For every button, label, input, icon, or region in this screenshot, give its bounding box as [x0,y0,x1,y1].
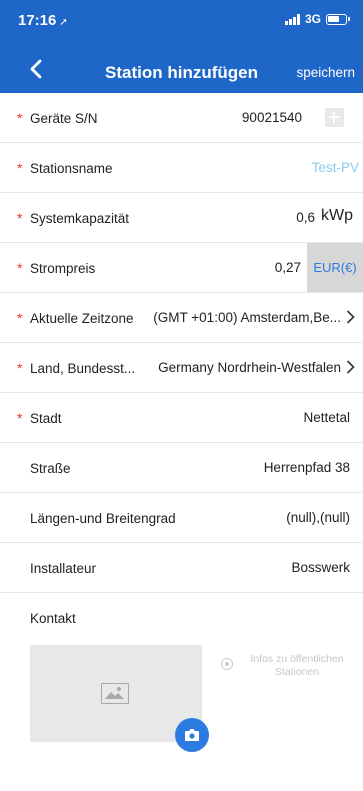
row-country-state[interactable]: * Land, Bundesst... Germany Nordrhein-We… [0,343,363,393]
serial-number-label: Geräte S/N [30,111,98,126]
capacity-unit: kWp [321,207,353,224]
clock: 17:16 [18,12,57,29]
row-system-capacity: * Systemkapazität 0,6 kWp [0,193,363,243]
electricity-price-input[interactable]: 0,27 [275,260,301,275]
image-placeholder-icon [101,683,129,704]
row-electricity-price: * Strompreis 0,27 EUR(€) [0,243,363,293]
chevron-right-icon [346,360,355,374]
status-indicators: 3G [284,12,350,26]
coordinates-input[interactable]: (null),(null) [286,510,350,525]
required-marker: * [17,260,23,276]
row-coordinates: Längen-und Breitengrad (null),(null) [0,493,363,543]
chevron-left-icon [30,59,42,79]
required-marker: * [17,360,23,376]
signal-icon [284,13,300,25]
add-serial-button[interactable] [325,108,344,127]
required-marker: * [17,110,23,126]
country-state-value: Germany Nordrhein-Westfalen [158,360,341,375]
row-installer: Installateur Bosswerk [0,543,363,593]
required-marker: * [17,410,23,426]
row-serial-number: * Geräte S/N 90021540 [0,93,363,143]
back-button[interactable] [30,59,46,79]
city-input[interactable]: Nettetal [303,410,350,425]
row-timezone[interactable]: * Aktuelle Zeitzone (GMT +01:00) Amsterd… [0,293,363,343]
street-input[interactable]: Herrenpfad 38 [264,460,350,475]
timezone-label: Aktuelle Zeitzone [30,311,134,326]
system-capacity-input[interactable]: 0,6 [296,210,315,225]
electricity-price-label: Strompreis [30,261,96,276]
chevron-right-icon [346,310,355,324]
app-header: 17:16 ➚ 3G Station hinzufügen speichern [0,0,363,93]
row-city: * Stadt Nettetal [0,393,363,443]
street-label: Straße [30,461,71,476]
city-label: Stadt [30,411,62,426]
coordinates-label: Längen-und Breitengrad [30,511,176,526]
public-station-label: Infos zu öffentlichen Stationen [250,653,344,678]
contact-label: Kontakt [30,611,76,626]
status-bar: 17:16 ➚ 3G [0,0,363,40]
installer-input[interactable]: Bosswerk [291,560,350,575]
required-marker: * [17,210,23,226]
required-marker: * [17,160,23,176]
row-station-name: * Stationsname Test-PV [0,143,363,193]
serial-number-input[interactable]: 90021540 [242,110,302,125]
system-capacity-label: Systemkapazität [30,211,130,226]
timezone-value: (GMT +01:00) Amsterdam,Be... [153,310,341,325]
public-station-radio[interactable] [221,658,233,670]
country-state-label: Land, Bundesst... [30,361,136,376]
row-contact: Kontakt [0,593,363,643]
required-marker: * [17,310,23,326]
camera-button[interactable] [175,718,209,752]
save-button[interactable]: speichern [296,65,355,80]
battery-icon [326,13,350,25]
camera-icon [185,729,199,741]
installer-label: Installateur [30,561,97,576]
location-arrow-icon: ➚ [59,17,68,28]
station-name-input[interactable]: Test-PV [312,160,359,175]
station-form: * Geräte S/N 90021540 * Stationsname Tes… [0,93,363,643]
row-street: Straße Herrenpfad 38 [0,443,363,493]
station-name-label: Stationsname [30,161,113,176]
currency-selector[interactable]: EUR(€) [307,243,363,292]
status-time: 17:16 ➚ [18,12,68,29]
network-type: 3G [304,12,321,26]
